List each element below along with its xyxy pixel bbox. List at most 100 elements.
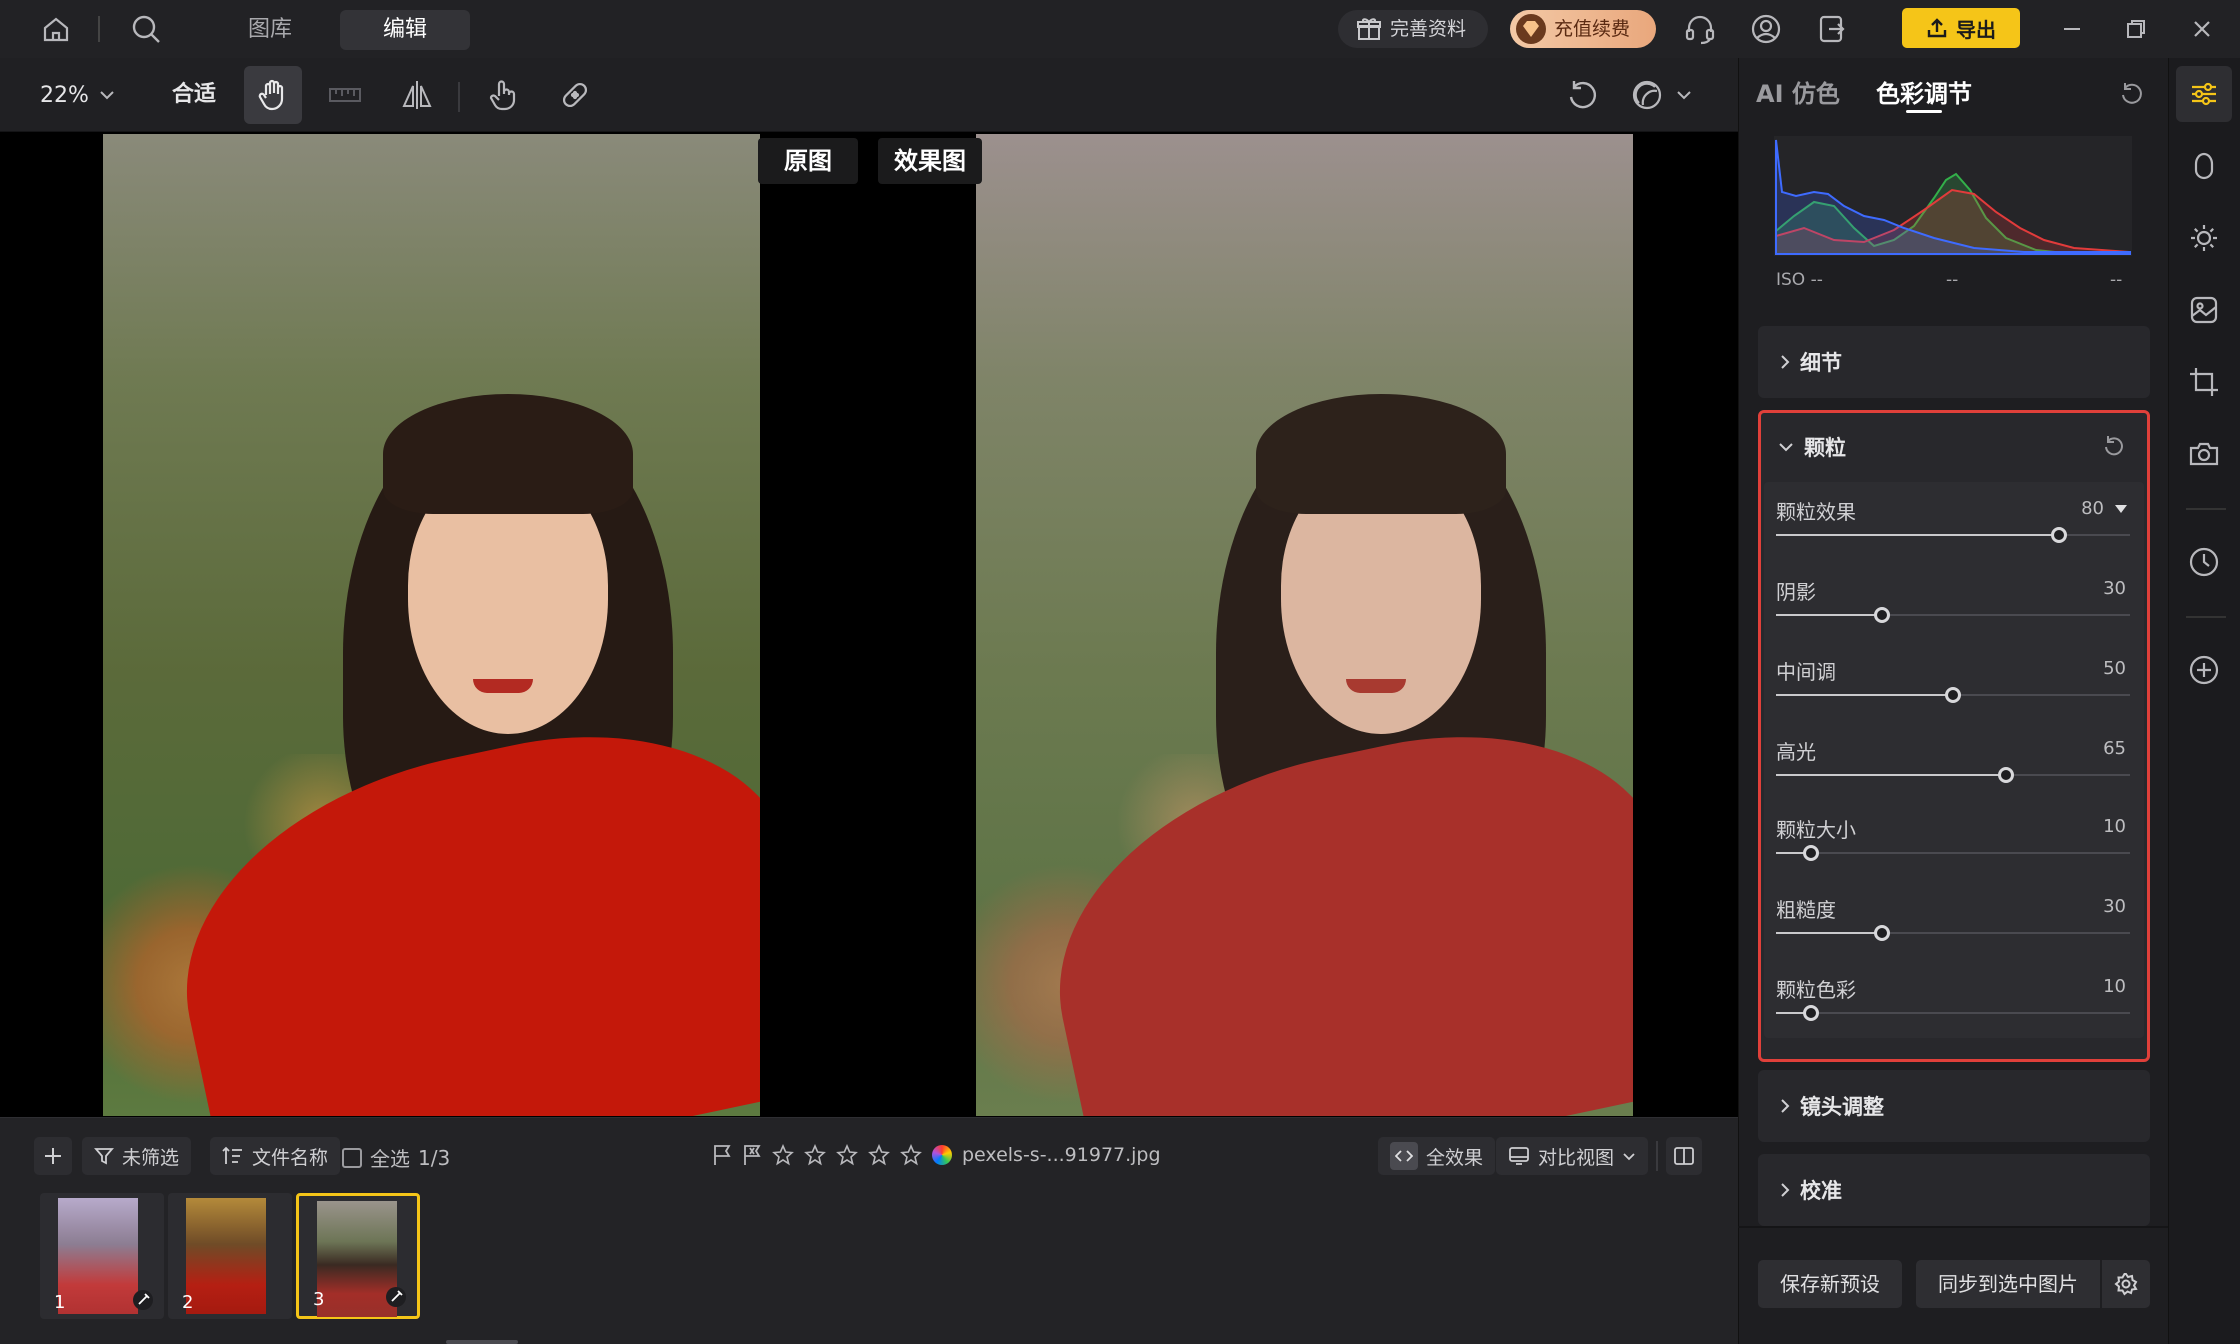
caret-down-icon[interactable] xyxy=(2114,504,2128,514)
slider-value[interactable]: 50 xyxy=(2103,658,2126,679)
minimize-icon[interactable] xyxy=(2052,9,2092,49)
history-icon[interactable] xyxy=(2182,540,2226,584)
slider-track[interactable] xyxy=(1776,1005,2130,1021)
headset-icon[interactable] xyxy=(1680,9,1720,49)
user-icon[interactable] xyxy=(1746,9,1786,49)
reset-all-icon[interactable] xyxy=(2118,80,2146,108)
slider-value[interactable]: 80 xyxy=(2081,498,2104,519)
divider xyxy=(1656,1141,1658,1171)
divider xyxy=(2186,508,2226,510)
split-view-button[interactable] xyxy=(1666,1137,1702,1175)
heal-tool[interactable] xyxy=(546,66,604,124)
fit-button[interactable]: 合适 xyxy=(172,78,216,112)
filter-button[interactable]: 未筛选 xyxy=(82,1137,192,1175)
star-icon[interactable] xyxy=(836,1144,858,1166)
hand-tool[interactable] xyxy=(244,66,302,124)
touch-tool[interactable] xyxy=(474,66,532,124)
slider-value[interactable]: 30 xyxy=(2103,578,2126,599)
star-icon[interactable] xyxy=(804,1144,826,1166)
light-icon[interactable] xyxy=(2182,216,2226,260)
tab-edit[interactable]: 编辑 xyxy=(340,10,470,50)
flip-tool[interactable] xyxy=(388,66,446,124)
slider-knob[interactable] xyxy=(2051,527,2068,543)
tab-library[interactable]: 图库 xyxy=(220,10,320,50)
grain-reset-icon[interactable] xyxy=(2102,434,2126,458)
star-icon[interactable] xyxy=(772,1144,794,1166)
export-button[interactable]: 导出 xyxy=(1902,8,2020,48)
filter-label: 未筛选 xyxy=(122,1146,180,1169)
star-icon[interactable] xyxy=(868,1144,890,1166)
search-icon[interactable] xyxy=(126,9,166,49)
slider-knob[interactable] xyxy=(1874,607,1891,623)
star-icon[interactable] xyxy=(900,1144,922,1166)
grain-section-header[interactable]: 颗粒 xyxy=(1778,432,1846,462)
slider-track[interactable] xyxy=(1776,607,2130,623)
slider-grain-effect[interactable]: 颗粒效果 80 xyxy=(1776,496,2130,556)
complete-profile-button[interactable]: 完善资料 xyxy=(1338,10,1488,48)
slider-track[interactable] xyxy=(1776,767,2130,783)
compare-mode-dropdown[interactable] xyxy=(1630,72,1692,118)
slider-track[interactable] xyxy=(1776,925,2130,941)
filmstrip-scrollbar[interactable] xyxy=(446,1340,518,1344)
slider-knob[interactable] xyxy=(1874,925,1891,941)
calibration-section[interactable]: 校准 xyxy=(1758,1154,2150,1226)
restore-icon[interactable] xyxy=(2116,9,2156,49)
slider-track[interactable] xyxy=(1776,527,2130,543)
slider-shadows[interactable]: 阴影 30 xyxy=(1776,576,2130,636)
thumbnail[interactable]: 2 xyxy=(168,1193,292,1319)
flag-icon[interactable] xyxy=(712,1144,732,1166)
sync-to-selected-button[interactable]: 同步到选中图片 xyxy=(1916,1260,2100,1308)
slider-grain-color[interactable]: 颗粒色彩 10 xyxy=(1776,974,2130,1034)
sync-settings-button[interactable] xyxy=(2102,1260,2150,1308)
ruler-tool[interactable] xyxy=(316,66,374,124)
edited-badge-icon xyxy=(386,1287,406,1307)
save-preset-button[interactable]: 保存新预设 xyxy=(1758,1260,1902,1308)
lens-section[interactable]: 镜头调整 xyxy=(1758,1070,2150,1142)
thumbnail-selected[interactable]: 3 xyxy=(296,1193,420,1319)
slider-roughness[interactable]: 粗糙度 30 xyxy=(1776,894,2130,954)
recharge-button[interactable]: 充值续费 xyxy=(1510,10,1656,48)
home-icon[interactable] xyxy=(36,9,76,49)
reset-button[interactable] xyxy=(1554,66,1612,124)
detail-section[interactable]: 细节 xyxy=(1758,326,2150,398)
slider-track[interactable] xyxy=(1776,687,2130,703)
slider-highlights[interactable]: 高光 65 xyxy=(1776,736,2130,796)
compare-view-dropdown[interactable]: 对比视图 xyxy=(1496,1137,1649,1175)
divider xyxy=(2186,616,2226,618)
zoom-value: 22% xyxy=(40,82,89,108)
slider-knob[interactable] xyxy=(1803,1005,1820,1021)
adjust-sliders-icon[interactable] xyxy=(2182,72,2226,116)
slider-grain-size[interactable]: 颗粒大小 10 xyxy=(1776,814,2130,874)
tab-ai-color[interactable]: AI 仿色 xyxy=(1756,74,1840,109)
slider-value[interactable]: 30 xyxy=(2103,896,2126,917)
retouch-face-icon[interactable] xyxy=(2182,144,2226,188)
slider-value[interactable]: 10 xyxy=(2103,976,2126,997)
export-label: 导出 xyxy=(1956,17,1996,42)
tab-color-adjust[interactable]: 色彩调节 xyxy=(1876,74,1972,109)
image-edit-icon[interactable] xyxy=(2182,288,2226,332)
sort-label: 文件名称 xyxy=(252,1146,329,1169)
thumbnail[interactable]: 1 xyxy=(40,1193,164,1319)
slider-value[interactable]: 10 xyxy=(2103,816,2126,837)
slider-knob[interactable] xyxy=(1998,767,2015,783)
reject-flag-icon[interactable] xyxy=(742,1144,762,1166)
share-icon[interactable] xyxy=(1812,9,1852,49)
slider-value[interactable]: 65 xyxy=(2103,738,2126,759)
slider-knob[interactable] xyxy=(1803,845,1820,861)
all-effects-button[interactable]: 全效果 xyxy=(1378,1137,1496,1175)
crop-icon[interactable] xyxy=(2182,360,2226,404)
zoom-dropdown[interactable]: 22% xyxy=(40,78,115,112)
color-label-icon[interactable] xyxy=(932,1145,952,1165)
slider-midtones[interactable]: 中间调 50 xyxy=(1776,656,2130,716)
chevron-down-icon xyxy=(1623,1152,1635,1160)
slider-knob[interactable] xyxy=(1945,687,1961,703)
add-button[interactable] xyxy=(34,1137,72,1175)
camera-icon[interactable] xyxy=(2182,432,2226,476)
slider-track[interactable] xyxy=(1776,845,2130,861)
select-all-checkbox[interactable]: 全选 1/3 xyxy=(342,1143,450,1172)
detail-title: 细节 xyxy=(1800,351,1842,375)
slider-label: 颗粒色彩 xyxy=(1776,978,1856,1002)
sort-button[interactable]: 文件名称 xyxy=(210,1137,341,1175)
close-icon[interactable] xyxy=(2182,9,2222,49)
add-panel-icon[interactable] xyxy=(2182,648,2226,692)
